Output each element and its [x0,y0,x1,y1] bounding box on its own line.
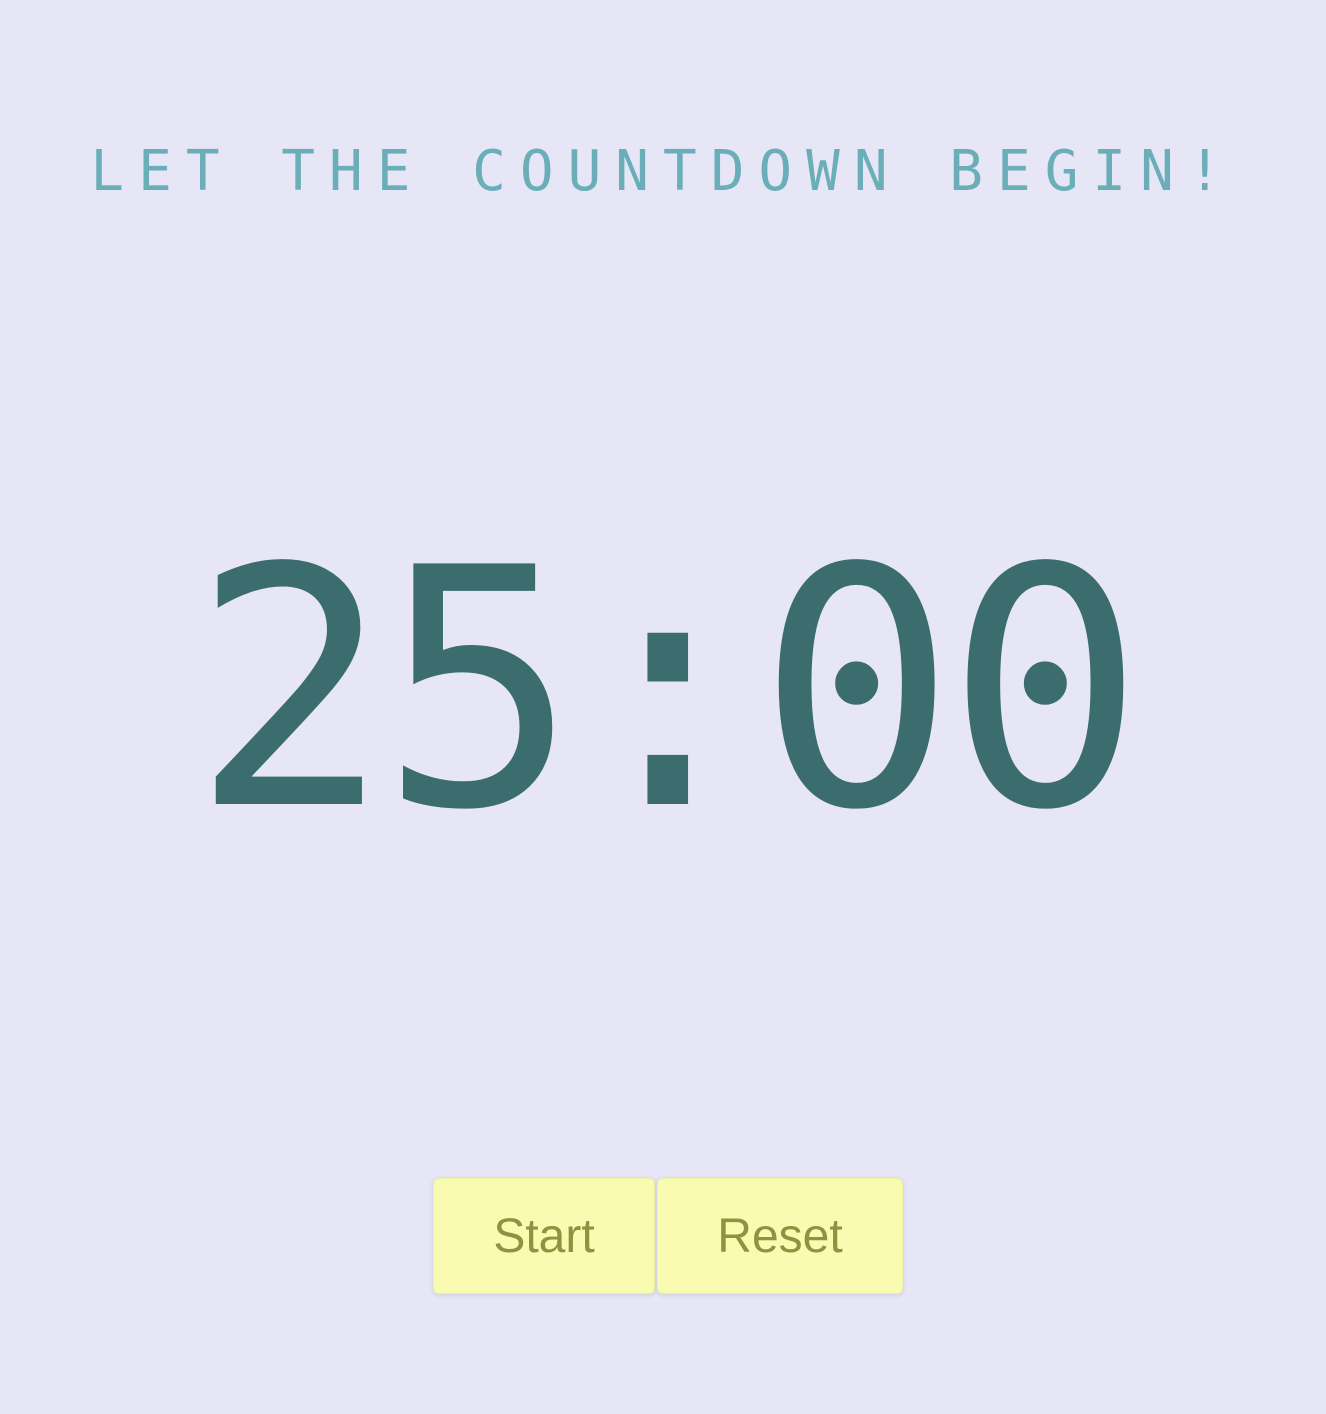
countdown-display: 25:00 [191,498,1144,882]
reset-button[interactable]: Reset [657,1178,903,1294]
start-button[interactable]: Start [433,1178,655,1294]
timer-controls: Start Reset [433,1178,903,1294]
page-title: LET THE COUNTDOWN BEGIN! [90,139,1236,204]
